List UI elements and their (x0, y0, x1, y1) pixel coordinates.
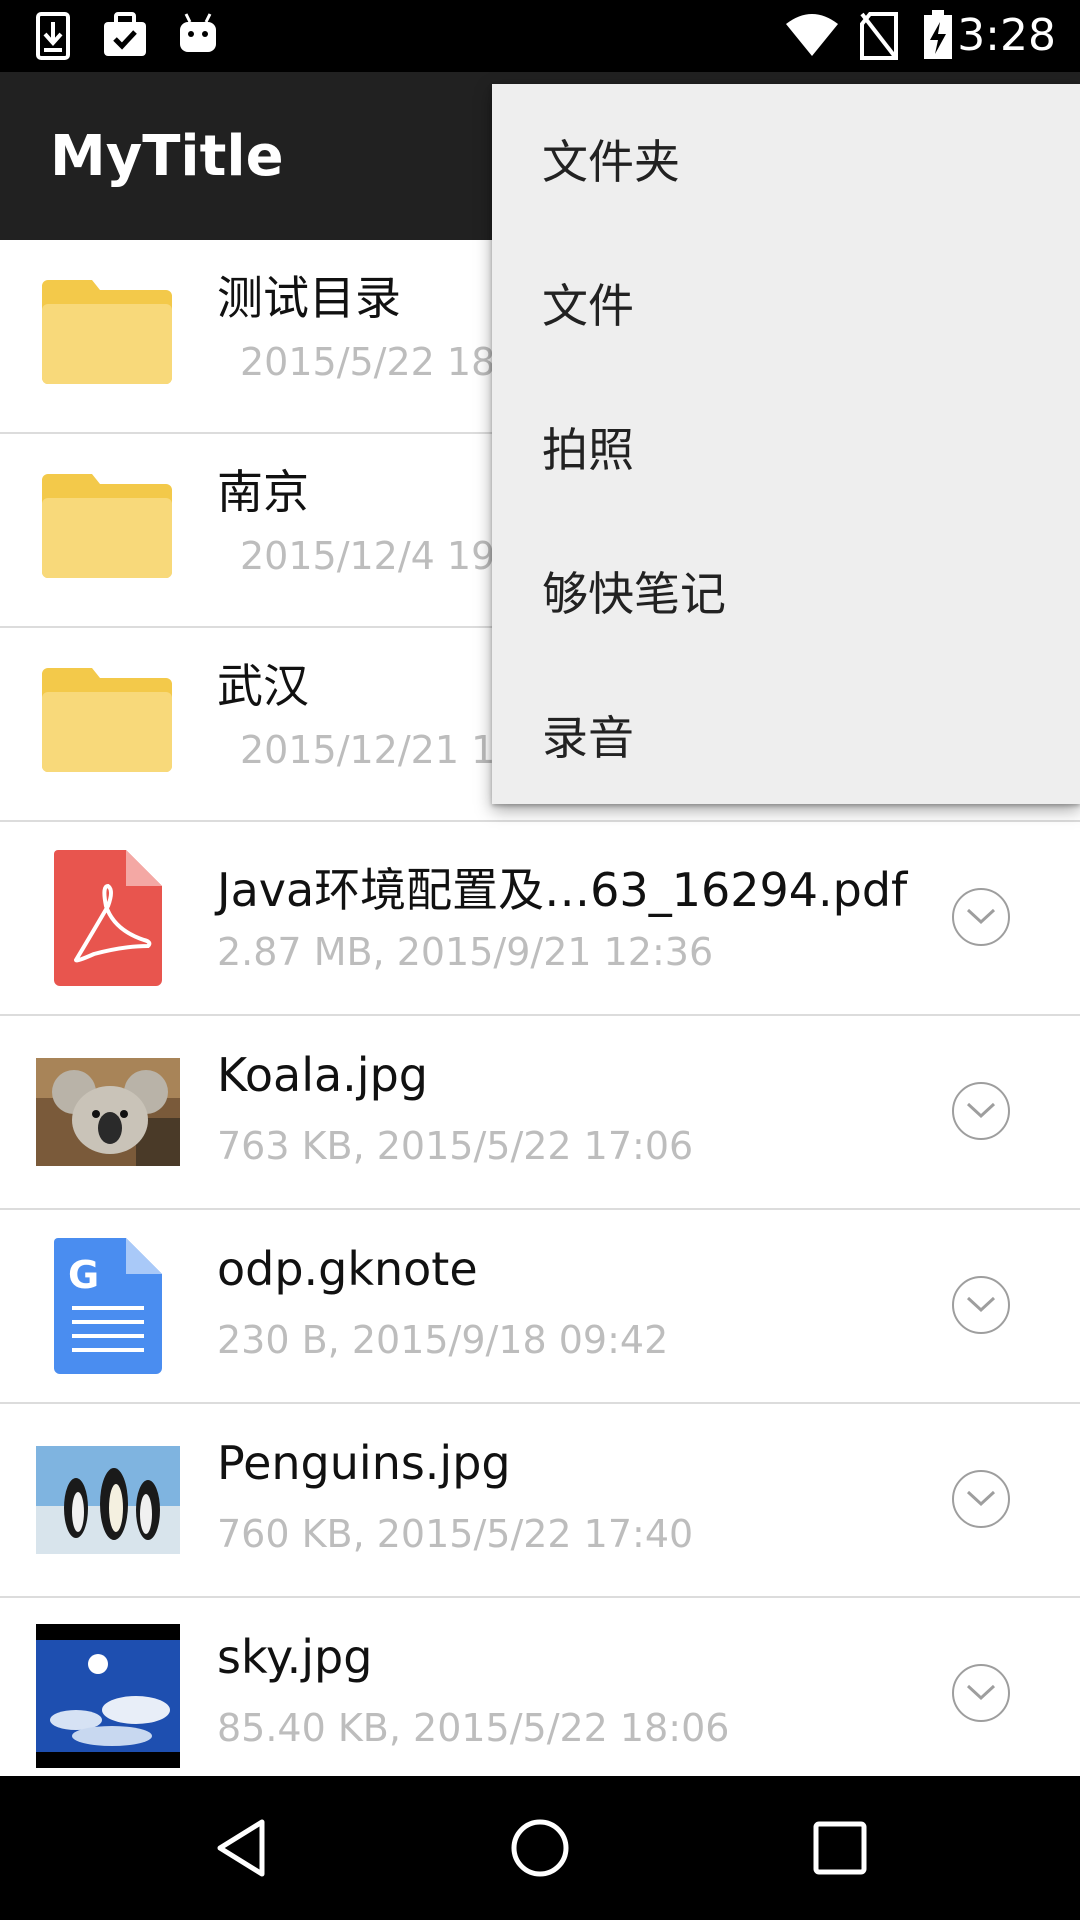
folder-icon (42, 662, 172, 776)
sky-thumbnail (36, 1624, 180, 1772)
menu-item-folder[interactable]: 文件夹 (492, 84, 1080, 228)
item-menu-button[interactable] (952, 1470, 1010, 1528)
item-name: Penguins.jpg (217, 1436, 511, 1490)
screen: 3:28 MyTitle 测试目录 2015/5/22 18 南京 2015/1… (0, 0, 1080, 1920)
item-name: Java环境配置及…63_16294.pdf (217, 863, 908, 917)
chevron-down-icon (966, 1684, 996, 1701)
list-item[interactable]: Koala.jpg 763 KB, 2015/5/22 17:06 (0, 1016, 1080, 1210)
page-title: MyTitle (50, 124, 284, 189)
wifi-icon (786, 14, 838, 60)
back-button[interactable] (172, 1776, 312, 1920)
briefcase-check-icon (102, 12, 148, 62)
item-menu-button[interactable] (952, 1276, 1010, 1334)
folder-icon (42, 274, 172, 388)
recents-button[interactable] (770, 1776, 910, 1920)
item-name: 测试目录 (217, 271, 401, 325)
chevron-down-icon (966, 1296, 996, 1313)
item-name: Koala.jpg (217, 1048, 428, 1102)
navigation-bar (0, 1776, 1080, 1920)
chevron-down-icon (966, 1490, 996, 1507)
item-meta: 2015/5/22 18 (240, 340, 496, 384)
item-menu-button[interactable] (952, 888, 1010, 946)
android-icon (178, 12, 218, 58)
menu-item-label: 拍照 (542, 423, 634, 477)
chevron-down-icon (966, 908, 996, 925)
gknote-doc-icon: G (54, 1238, 162, 1378)
home-icon (511, 1819, 569, 1877)
item-menu-button[interactable] (952, 1664, 1010, 1722)
item-meta: 2.87 MB, 2015/9/21 12:36 (217, 930, 714, 974)
home-button[interactable] (470, 1776, 610, 1920)
item-name: 武汉 (217, 659, 309, 713)
pdf-icon (54, 850, 162, 990)
list-item[interactable]: Java环境配置及…63_16294.pdf 2.87 MB, 2015/9/2… (0, 822, 1080, 1016)
item-name: 南京 (217, 465, 309, 519)
menu-item-take-photo[interactable]: 拍照 (492, 372, 1080, 516)
item-menu-button[interactable] (952, 1082, 1010, 1140)
item-meta: 2015/12/21 1 (240, 728, 496, 772)
menu-item-file[interactable]: 文件 (492, 228, 1080, 372)
penguins-thumbnail (36, 1446, 180, 1558)
no-sim-icon (860, 12, 898, 64)
create-new-menu: 文件夹 文件 拍照 够快笔记 录音 (492, 84, 1080, 804)
battery-charging-icon (922, 10, 954, 64)
status-bar: 3:28 (0, 0, 1080, 72)
item-meta: 85.40 KB, 2015/5/22 18:06 (217, 1706, 730, 1750)
list-item[interactable]: Penguins.jpg 760 KB, 2015/5/22 17:40 (0, 1404, 1080, 1598)
chevron-down-icon (966, 1102, 996, 1119)
list-item[interactable]: G odp.gknote 230 B, 2015/9/18 09:42 (0, 1210, 1080, 1404)
item-meta: 763 KB, 2015/5/22 17:06 (217, 1124, 694, 1168)
recents-icon (813, 1821, 867, 1875)
svg-text:G: G (68, 1253, 99, 1297)
menu-item-label: 文件夹 (542, 135, 680, 189)
item-meta: 2015/12/4 19 (240, 534, 496, 578)
clock-time: 3:28 (957, 10, 1056, 61)
koala-thumbnail (36, 1058, 180, 1170)
item-meta: 760 KB, 2015/5/22 17:40 (217, 1512, 694, 1556)
menu-item-label: 够快笔记 (542, 567, 726, 621)
item-name: sky.jpg (217, 1630, 373, 1684)
menu-item-label: 文件 (542, 279, 634, 333)
back-icon (217, 1819, 265, 1877)
download-icon (36, 12, 70, 64)
menu-item-label: 录音 (542, 711, 634, 765)
folder-icon (42, 468, 172, 582)
menu-item-gokuai-note[interactable]: 够快笔记 (492, 516, 1080, 660)
item-name: odp.gknote (217, 1242, 478, 1296)
list-item[interactable]: sky.jpg 85.40 KB, 2015/5/22 18:06 (0, 1598, 1080, 1776)
item-meta: 230 B, 2015/9/18 09:42 (217, 1318, 669, 1362)
menu-item-record-audio[interactable]: 录音 (492, 660, 1080, 804)
